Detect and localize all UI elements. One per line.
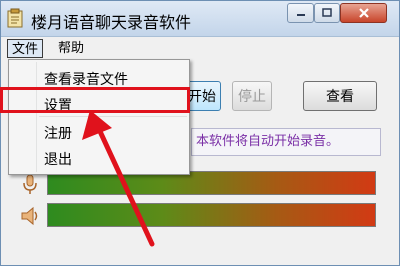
stop-button[interactable]: 停止 — [232, 81, 272, 111]
minimize-icon — [296, 14, 305, 16]
settings-highlight-box — [0, 87, 190, 113]
microphone-icon — [23, 174, 37, 194]
notepad-icon — [7, 8, 23, 28]
menu-gutter — [36, 62, 37, 172]
file-menu-dropdown: 查看录音文件 设置 注册 退出 — [8, 59, 190, 175]
view-button-label: 查看 — [326, 89, 354, 105]
maximize-button[interactable] — [314, 3, 340, 23]
menu-help[interactable]: 帮助 — [54, 39, 88, 58]
speaker-level-meter — [47, 203, 376, 227]
status-notice: 本软件将自动开始录音。 — [191, 128, 381, 156]
stop-button-label: 停止 — [238, 89, 266, 105]
menu-separator — [39, 116, 187, 117]
close-button[interactable] — [340, 3, 387, 23]
title-bar[interactable]: 楼月语音聊天录音软件 — [1, 1, 399, 37]
menu-file[interactable]: 文件 — [7, 39, 44, 58]
start-button-label: 开始 — [188, 89, 216, 105]
menu-item-exit[interactable]: 退出 — [44, 149, 72, 169]
menu-item-register[interactable]: 注册 — [44, 123, 72, 143]
close-icon — [358, 8, 369, 18]
view-button[interactable]: 查看 — [303, 81, 377, 111]
maximize-icon — [322, 8, 332, 17]
minimize-button[interactable] — [287, 3, 314, 23]
menu-bar: 文件 帮助 — [1, 37, 399, 59]
window-title: 楼月语音聊天录音软件 — [31, 13, 192, 32]
menu-item-view-recordings[interactable]: 查看录音文件 — [44, 69, 128, 89]
speaker-icon — [21, 206, 38, 226]
